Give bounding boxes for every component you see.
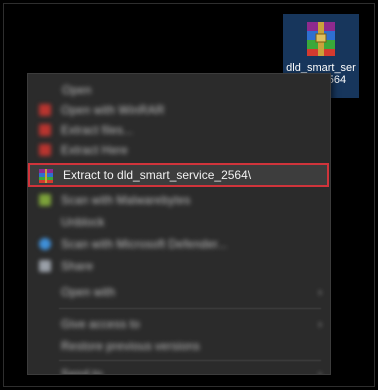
menu-item-send-to[interactable]: Send to › <box>28 364 330 375</box>
menu-item-label: Give access to <box>61 317 140 331</box>
menu-item-label: Open with <box>61 285 116 299</box>
menu-separator <box>59 308 321 309</box>
share-icon <box>39 260 51 272</box>
menu-item-label: Send to <box>61 367 103 375</box>
menu-item-unblock[interactable]: Unblock <box>28 212 330 232</box>
menu-item-share[interactable]: Share <box>28 256 330 276</box>
menu-item-open[interactable]: Open <box>28 80 330 100</box>
menu-item-scan-defender[interactable]: Scan with Microsoft Defender... <box>28 234 330 254</box>
menu-item-extract-files[interactable]: Extract files... <box>28 120 330 140</box>
defender-shield-icon <box>39 238 51 250</box>
menu-item-label: Extract files... <box>61 123 134 137</box>
menu-item-label: Extract Here <box>61 143 128 157</box>
context-menu: Open Open with WinRAR Extract files... E… <box>27 73 331 375</box>
menu-item-give-access[interactable]: Give access to › <box>28 314 330 334</box>
chevron-right-icon: › <box>318 317 322 331</box>
menu-item-label: Scan with Malwarebytes <box>61 193 191 207</box>
menu-item-label: Restore previous versions <box>61 339 200 353</box>
antivirus-icon <box>39 194 51 206</box>
menu-item-label: Open <box>62 83 92 97</box>
menu-item-extract-here[interactable]: Extract Here <box>28 140 330 160</box>
winrar-archive-icon <box>304 20 338 58</box>
winrar-extract-icon <box>39 169 53 183</box>
menu-item-label: Open with WinRAR <box>61 103 165 117</box>
menu-item-open-with[interactable]: Open with › <box>28 282 330 302</box>
menu-item-open-with-winrar[interactable]: Open with WinRAR <box>28 100 330 120</box>
menu-separator <box>59 360 321 361</box>
chevron-right-icon: › <box>318 367 322 375</box>
menu-item-label: Share <box>61 259 94 273</box>
menu-item-label: Scan with Microsoft Defender... <box>61 237 228 251</box>
menu-item-label: Extract to dld_smart_service_2564\ <box>63 168 252 182</box>
menu-item-label: Unblock <box>61 215 105 229</box>
winrar-icon <box>39 144 51 156</box>
chevron-right-icon: › <box>318 285 322 299</box>
winrar-icon <box>39 124 51 136</box>
winrar-icon <box>39 104 51 116</box>
desktop: dld_smart_service_2564 Open Open with Wi… <box>0 0 378 390</box>
menu-item-extract-to-folder[interactable]: Extract to dld_smart_service_2564\ <box>28 163 329 187</box>
menu-item-scan[interactable]: Scan with Malwarebytes <box>28 190 330 210</box>
menu-item-restore[interactable]: Restore previous versions <box>28 336 330 356</box>
